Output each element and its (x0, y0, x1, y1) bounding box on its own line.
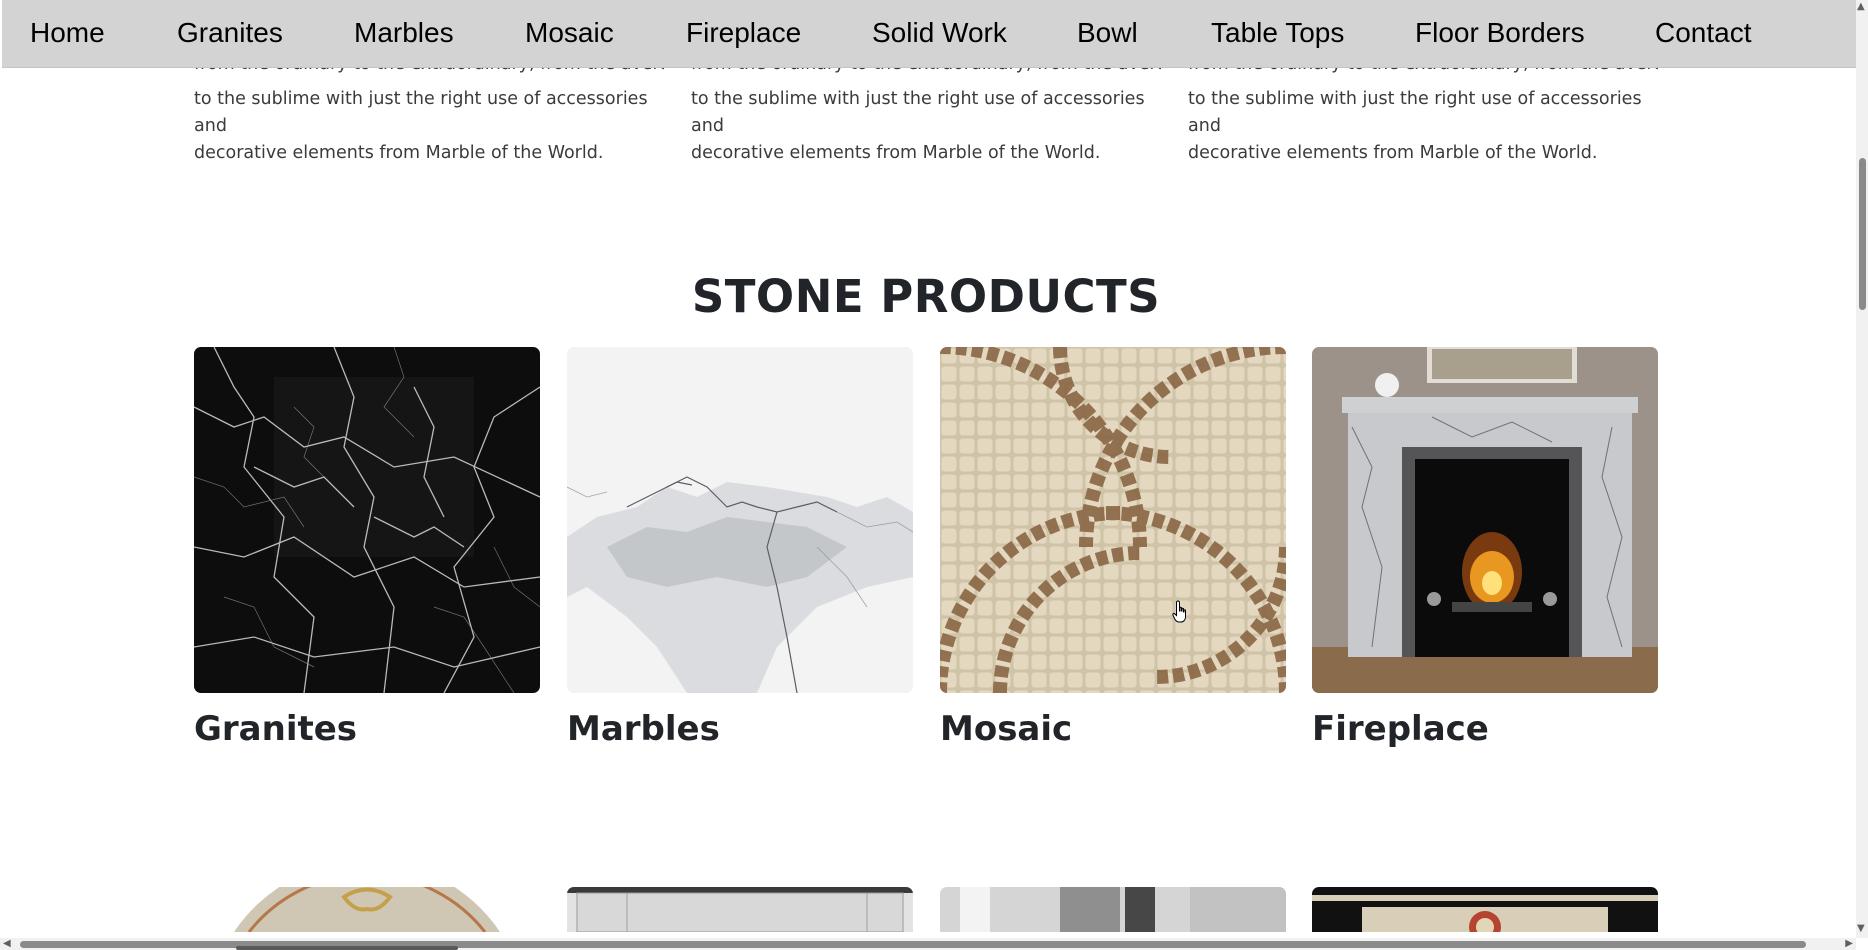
product-card-floor-border-partial[interactable] (194, 887, 540, 932)
mosaic-image[interactable] (940, 347, 1286, 693)
product-card-solid-work-partial[interactable] (567, 887, 913, 932)
vertical-scrollbar[interactable]: ▲ ▼ (1856, 0, 1868, 938)
intro-line: to the sublime with just the right use o… (691, 89, 1145, 136)
product-card-table-tops-partial[interactable] (1312, 887, 1658, 932)
nav-floor-borders-link[interactable]: Floor Borders (1415, 16, 1585, 50)
intro-cut-line: from the ordinary to the extraordinary, … (1188, 68, 1658, 78)
nav-granites-link[interactable]: Granites (177, 16, 283, 50)
intro-cut-line: from the ordinary to the extraordinary, … (691, 68, 1161, 78)
product-card-mosaic[interactable]: Mosaic (940, 347, 1286, 751)
intro-line: to the sublime with just the right use o… (1188, 89, 1642, 136)
product-card-fireplace[interactable]: Fireplace (1312, 347, 1658, 751)
intro-line: to the sublime with just the right use o… (194, 89, 648, 136)
intro-line: decorative elements from Marble of the W… (1188, 143, 1598, 163)
granite-image[interactable] (194, 347, 540, 693)
product-label[interactable]: Marbles (567, 707, 913, 751)
scroll-right-icon[interactable]: ▶ (1845, 938, 1853, 950)
hand-cursor-icon (1172, 600, 1186, 623)
section-title: STONE PRODUCTS (691, 270, 1161, 323)
product-label[interactable]: Granites (194, 707, 540, 751)
fireplace-image[interactable] (1312, 347, 1658, 693)
product-card-bowl-partial[interactable] (940, 887, 1286, 932)
intro-cut-line: from the ordinary to the extraordinary, … (194, 68, 664, 78)
vertical-scroll-thumb[interactable] (1859, 158, 1866, 310)
product-card-granites[interactable]: Granites (194, 347, 540, 751)
product-label[interactable]: Fireplace (1312, 707, 1658, 751)
nav-mosaic-link[interactable]: Mosaic (525, 16, 614, 50)
nav-contact-link[interactable]: Contact (1655, 16, 1752, 50)
nav-marbles-link[interactable]: Marbles (354, 16, 454, 50)
nav-bowl-link[interactable]: Bowl (1077, 16, 1138, 50)
product-label[interactable]: Mosaic (940, 707, 1286, 751)
marble-image[interactable] (567, 347, 913, 693)
intro-line: decorative elements from Marble of the W… (691, 143, 1101, 163)
nav-solid-work-link[interactable]: Solid Work (872, 16, 1007, 50)
product-card-marbles[interactable]: Marbles (567, 347, 913, 751)
nav-fireplace-link[interactable]: Fireplace (686, 16, 801, 50)
intro-text-column-2: from the ordinary to the extraordinary, … (691, 68, 1161, 167)
intro-text-column-3: from the ordinary to the extraordinary, … (1188, 68, 1658, 167)
inner-scroll-indicator (236, 946, 458, 950)
intro-line: decorative elements from Marble of the W… (194, 143, 604, 163)
nav-home-link[interactable]: Home (30, 16, 105, 50)
scroll-down-icon[interactable]: ▼ (1857, 924, 1865, 934)
scroll-left-icon[interactable]: ◀ (3, 938, 11, 950)
top-navbar: Home Granites Marbles Mosaic Fireplace S… (2, 0, 1856, 68)
intro-text-column-1: from the ordinary to the extraordinary, … (194, 68, 664, 167)
nav-table-tops-link[interactable]: Table Tops (1211, 16, 1344, 50)
scroll-up-icon[interactable]: ▲ (1857, 2, 1865, 12)
